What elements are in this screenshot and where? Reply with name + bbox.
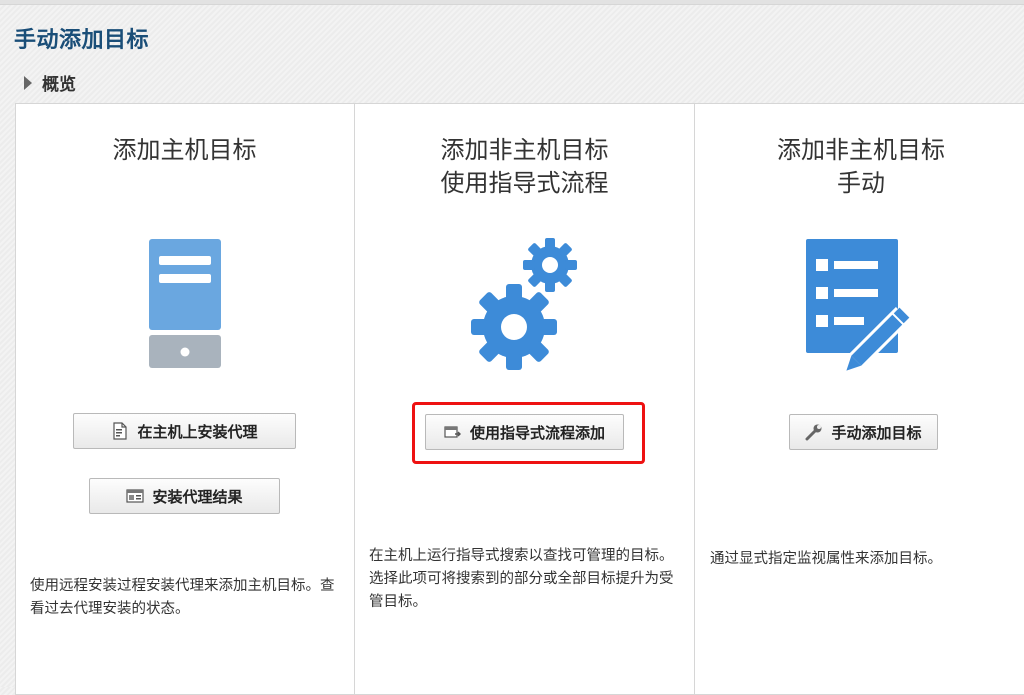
- overview-toggle[interactable]: 概览: [24, 70, 76, 95]
- agent-results-button[interactable]: 安装代理结果: [89, 478, 280, 514]
- agent-results-label: 安装代理结果: [152, 487, 243, 506]
- expand-triangle-icon: [24, 75, 32, 90]
- top-border: [0, 0, 1024, 5]
- guided-target-description: 在主机上运行指导式搜索以查找可管理的目标。选择此项可将搜索到的部分或全部目标提升…: [369, 548, 674, 610]
- manual-target-title: 添加非主机目标 手动: [695, 134, 1024, 200]
- form-pencil-icon: [806, 239, 911, 371]
- manual-add-target-label: 手动添加目标: [831, 423, 922, 442]
- document-install-icon: [113, 422, 128, 440]
- install-agent-button[interactable]: 在主机上安装代理: [73, 413, 296, 449]
- title-line: 添加非主机目标: [777, 136, 945, 164]
- guided-flow-icon: [444, 426, 461, 438]
- title-line: 添加非主机目标: [440, 136, 609, 164]
- title-line: 添加主机目标: [112, 136, 257, 164]
- title-line: 使用指导式流程: [440, 169, 609, 197]
- manual-target-column: 添加非主机目标 手动 手动添加目标 通过显式指定监视属性来添加目标。: [694, 104, 1024, 694]
- manual-target-description: 通过显式指定监视属性来添加目标。: [710, 551, 942, 567]
- guided-flow-add-label: 使用指导式流程添加: [469, 423, 605, 442]
- install-agent-label: 在主机上安装代理: [137, 422, 258, 441]
- page-title: 手动添加目标: [14, 28, 150, 53]
- manual-add-target-button[interactable]: 手动添加目标: [789, 414, 938, 450]
- guided-target-title: 添加非主机目标 使用指导式流程: [355, 134, 694, 200]
- guided-target-column: 添加非主机目标 使用指导式流程 使用指导式流程添加 在主机上运行指导式搜索以查找…: [354, 104, 694, 694]
- host-target-description: 使用远程安装过程安装代理来添加主机目标。查看过去代理安装的状态。: [30, 578, 335, 617]
- server-icon: [149, 239, 221, 368]
- host-target-title: 添加主机目标: [16, 134, 353, 167]
- guided-flow-add-button[interactable]: 使用指导式流程添加: [425, 414, 624, 450]
- host-target-column: 添加主机目标 在主机上安装代理 安装代理结果 使用远程安装过程安装代理来添加主机…: [16, 104, 353, 694]
- wrench-icon: [805, 424, 822, 441]
- title-line: 手动: [837, 169, 885, 197]
- add-target-panel: 添加主机目标 在主机上安装代理 安装代理结果 使用远程安装过程安装代理来添加主机…: [15, 103, 1024, 695]
- gears-icon: [471, 238, 577, 370]
- overview-label: 概览: [42, 75, 76, 95]
- results-icon: [126, 489, 145, 503]
